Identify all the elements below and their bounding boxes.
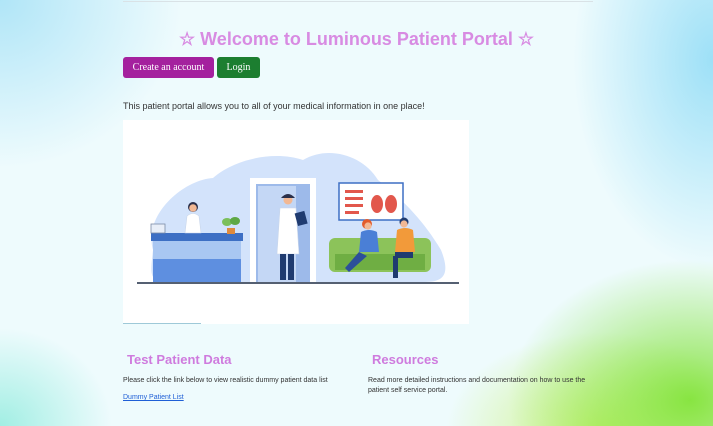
login-button[interactable]: Login — [217, 57, 260, 78]
test-patient-data-heading: Test Patient Data — [127, 352, 232, 367]
clinic-waiting-room-illustration-icon — [137, 152, 459, 284]
intro-text: This patient portal allows you to all of… — [123, 101, 425, 111]
resources-heading: Resources — [372, 352, 439, 367]
hero-image — [123, 120, 469, 324]
test-patient-data-text: Please click the link below to view real… — [123, 377, 328, 384]
create-account-button[interactable]: Create an account — [123, 57, 214, 78]
page-title: ☆ Welcome to Luminous Patient Portal ☆ — [179, 29, 534, 49]
resources-text: Read more detailed instructions and docu… — [368, 377, 586, 394]
dummy-patient-list-link[interactable]: Dummy Patient List — [123, 394, 184, 401]
top-divider — [123, 1, 593, 2]
hero-underline — [123, 323, 201, 324]
